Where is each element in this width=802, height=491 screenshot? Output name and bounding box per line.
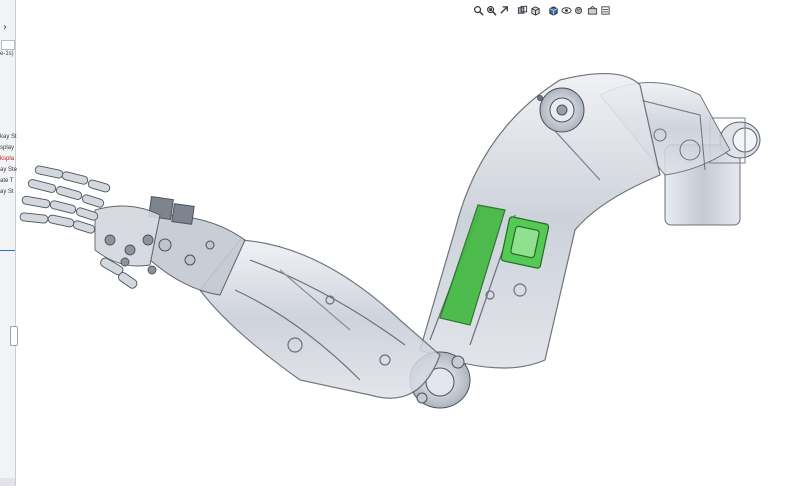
hide-show-items-icon[interactable]	[560, 3, 572, 17]
section-view-icon[interactable]	[516, 3, 528, 17]
feature-manager-panel: › e-1s) kay St splay kspla ay Ste ate T ay St	[0, 0, 18, 486]
property-row-label: ay St	[0, 189, 14, 195]
upper-arm-segment[interactable]	[419, 73, 661, 369]
graphics-area[interactable]	[16, 20, 802, 486]
apply-scene-icon[interactable]	[586, 3, 598, 17]
panel-header-text: e-1s)	[0, 51, 14, 57]
previous-view-icon[interactable]	[498, 3, 510, 17]
zoom-to-fit-icon[interactable]	[472, 3, 484, 17]
robotic-hand[interactable]	[19, 165, 161, 290]
property-row-label: ate T	[0, 178, 14, 184]
property-row-label: kay St	[0, 134, 17, 140]
display-style-icon[interactable]	[547, 3, 559, 17]
property-row-label: ay Ste	[0, 167, 18, 173]
property-row-label: kspla	[0, 156, 15, 162]
view-settings-icon[interactable]	[599, 3, 611, 17]
zoom-to-area-icon[interactable]	[485, 3, 497, 17]
panel-collapse-button[interactable]: ›	[3, 22, 7, 33]
edit-appearance-icon[interactable]	[573, 3, 585, 17]
robotic-arm-model[interactable]	[16, 20, 802, 486]
view-orientation-icon[interactable]	[529, 3, 541, 17]
panel-divider	[0, 250, 15, 251]
panel-filter-field[interactable]	[1, 40, 15, 50]
property-row-label: splay	[0, 145, 15, 151]
forearm-segment[interactable]	[199, 239, 441, 399]
panel-bottom-bar	[0, 478, 15, 486]
heads-up-view-toolbar	[472, 2, 611, 18]
